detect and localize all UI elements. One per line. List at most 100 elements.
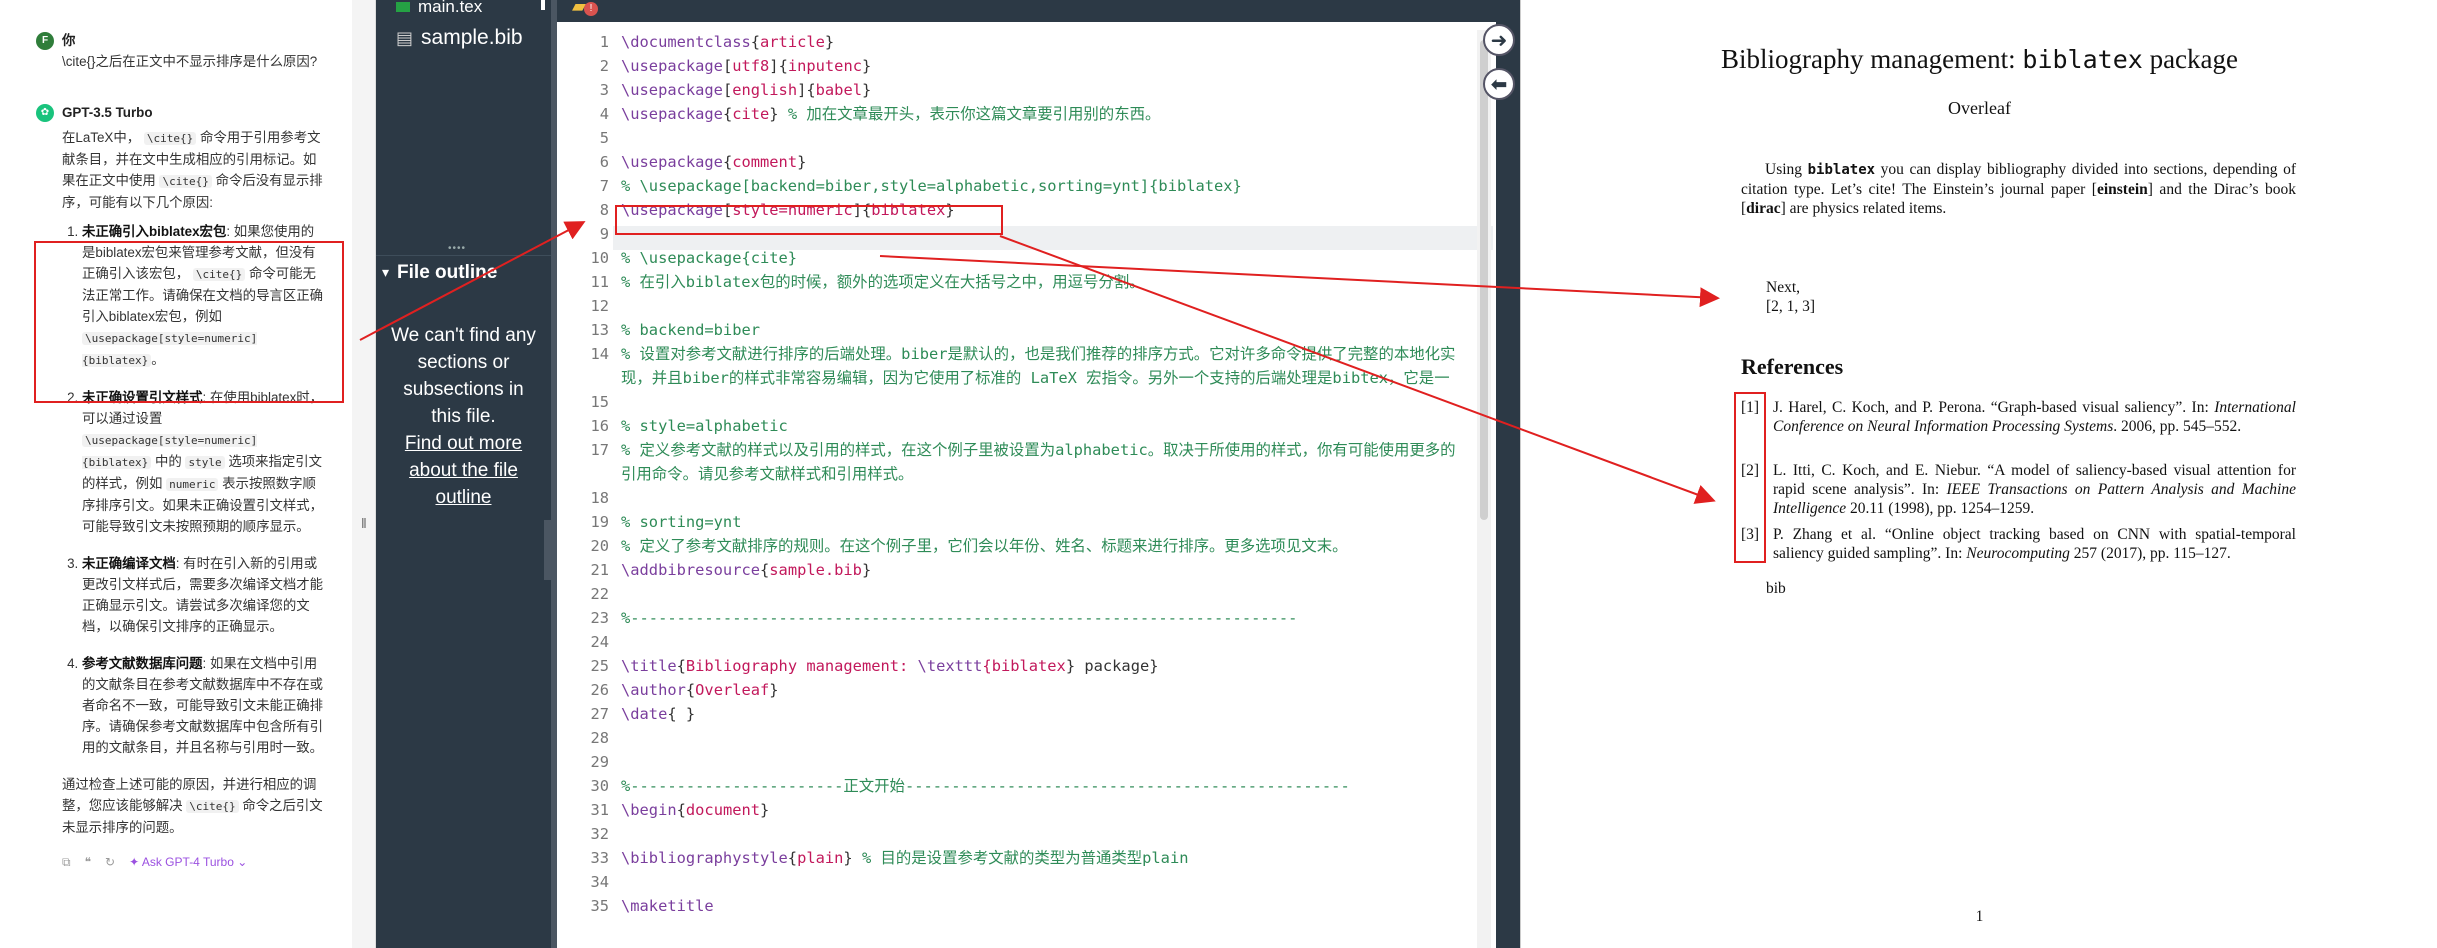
- code-line[interactable]: [621, 822, 1461, 846]
- line-number: 14: [590, 345, 609, 363]
- code-line[interactable]: % \usepackage[backend=biber,style=alphab…: [621, 174, 1461, 198]
- intro-text: 在LaTeX中，: [62, 130, 141, 145]
- code-line[interactable]: [621, 126, 1461, 150]
- arrow-left-icon[interactable]: ⬅: [1483, 68, 1515, 100]
- code-line[interactable]: [621, 750, 1461, 774]
- code-line[interactable]: [621, 390, 1461, 414]
- line-number: 26: [590, 681, 609, 699]
- line-number: 17: [590, 441, 609, 459]
- line-number: 27: [590, 705, 609, 723]
- chat-panel: F 你 \cite{}之后在正文中不显示排序是什么原因? ✿ GPT-3.5 T…: [0, 0, 352, 948]
- file-outline-title: File outline: [397, 261, 498, 283]
- outline-help-link[interactable]: Find out more about the file outline: [390, 430, 537, 511]
- editor-scrollbar[interactable]: [1477, 30, 1491, 948]
- resize-handle-icon[interactable]: ‖: [361, 515, 367, 531]
- panel-divider[interactable]: ‖: [352, 0, 376, 948]
- code-line[interactable]: \begin{document}: [621, 798, 1461, 822]
- code-line[interactable]: [621, 630, 1461, 654]
- code-line[interactable]: [621, 486, 1461, 510]
- line-number: 35: [590, 897, 609, 915]
- code-line[interactable]: \addbibresource{sample.bib}: [621, 558, 1461, 582]
- line-number: 5: [599, 129, 609, 147]
- code-line[interactable]: %-----------------------正文开始------------…: [621, 774, 1461, 798]
- openai-icon: ✿: [36, 103, 54, 122]
- file-outline-header[interactable]: ▾ File outline: [376, 255, 551, 289]
- item-title: 未正确引入biblatex宏包: [82, 224, 227, 239]
- code-line[interactable]: \usepackage{cite} % 加在文章最开头，表示你这篇文章要引用别的…: [621, 102, 1461, 126]
- ref-text-part: 20.11 (1998), pp. 1254–1259.: [1846, 500, 2035, 517]
- list-item: 参考文献数据库问题: 如果在文档中引用的文献条目在参考文献数据库中不存在或者命名…: [82, 653, 324, 758]
- line-number: 20: [590, 537, 609, 555]
- citation-list: [2, 1, 3]: [1766, 298, 1816, 315]
- code-line[interactable]: [621, 582, 1461, 606]
- line-number: 34: [590, 873, 609, 891]
- code-line[interactable]: [621, 726, 1461, 750]
- pdf-author: Overleaf: [1948, 98, 2011, 118]
- para-text: Using: [1765, 161, 1808, 178]
- code-line[interactable]: % \usepackage{cite}: [621, 246, 1461, 270]
- editor-toolbar: ▰ !: [557, 0, 1502, 22]
- code-line[interactable]: \date{ }: [621, 702, 1461, 726]
- scrollbar-thumb[interactable]: [1480, 40, 1488, 520]
- item-title: 参考文献数据库问题: [82, 656, 203, 671]
- code-line[interactable]: \documentclass{article}: [621, 30, 1461, 54]
- code-line[interactable]: [621, 870, 1461, 894]
- arrow-right-icon[interactable]: ➜: [1483, 24, 1515, 56]
- list-item: 未正确编译文档: 有时在引入新的引用或更改引文样式后，需要多次编译文档才能正确显…: [82, 553, 324, 637]
- collapse-handle[interactable]: [544, 520, 551, 580]
- cite-key: einstein: [2096, 181, 2148, 198]
- line-number: 10: [590, 249, 609, 267]
- chevron-down-icon: ▾: [382, 264, 390, 280]
- title-text: Bibliography management:: [1720, 44, 2023, 74]
- error-badge-icon[interactable]: !: [584, 2, 598, 16]
- copy-icon[interactable]: ⧉: [62, 852, 71, 873]
- ref-text-part: J. Harel, C. Koch, and P. Perona. “Graph…: [1773, 399, 2215, 416]
- user-question: \cite{}之后在正文中不显示排序是什么原因?: [62, 54, 318, 69]
- line-number: 29: [590, 753, 609, 771]
- line-number: 15: [590, 393, 609, 411]
- ask-gpt4-button[interactable]: ✦ Ask GPT-4 Turbo ⌄: [129, 852, 247, 873]
- code-line[interactable]: \title{Bibliography management: \texttt{…: [621, 654, 1461, 678]
- code-line[interactable]: % 在引入biblatex包的时候，额外的选项定义在大括号之中，用逗号分割。: [621, 270, 1461, 294]
- code-line[interactable]: % 设置对参考文献进行排序的后端处理。biber是默认的，也是我们推荐的排序方式…: [621, 342, 1461, 390]
- line-number: 18: [590, 489, 609, 507]
- code-line[interactable]: \usepackage{comment}: [621, 150, 1461, 174]
- line-number: 33: [590, 849, 609, 867]
- code-line[interactable]: %---------------------------------------…: [621, 606, 1461, 630]
- code-line[interactable]: [621, 294, 1461, 318]
- code-line[interactable]: % style=alphabetic: [621, 414, 1461, 438]
- quote-icon[interactable]: ❝: [85, 852, 91, 873]
- code-line[interactable]: % 定义参考文献的样式以及引用的样式，在这个例子里被设置为alphabetic。…: [621, 438, 1461, 486]
- item-title: 未正确编译文档: [82, 556, 176, 571]
- answer-actions: ⧉ ❝ ↻ ✦ Ask GPT-4 Turbo ⌄: [62, 852, 324, 873]
- file-item-main[interactable]: main.tex: [376, 0, 551, 12]
- line-number: 11: [590, 273, 609, 291]
- inline-code: \cite{}: [159, 175, 212, 188]
- ref-text: J. Harel, C. Koch, and P. Perona. “Graph…: [1773, 398, 2296, 436]
- user-message-header: F 你: [36, 30, 324, 51]
- answer-outro: 通过检查上述可能的原因，并进行相应的调整，您应该能够解决 \cite{} 命令之…: [62, 774, 324, 838]
- editor-pdf-splitter[interactable]: [1496, 0, 1520, 948]
- code-content[interactable]: \documentclass{article} \usepackage[utf8]…: [621, 30, 1461, 918]
- code-line[interactable]: \maketitle: [621, 894, 1461, 918]
- drag-handle-icon[interactable]: ••••: [448, 243, 466, 254]
- code-line[interactable]: % sorting=ynt: [621, 510, 1461, 534]
- code-line[interactable]: \usepackage[utf8]{inputenc}: [621, 54, 1461, 78]
- code-line[interactable]: \bibliographystyle{plain} % 目的是设置参考文献的类型…: [621, 846, 1461, 870]
- regenerate-icon[interactable]: ↻: [105, 852, 115, 873]
- ref-text-part: 257 (2017), pp. 115–127.: [2069, 545, 2231, 562]
- ref-venue: Neurocomputing: [1966, 545, 2070, 562]
- pdf-next-citation: Next, [2, 1, 3]: [1766, 278, 1815, 316]
- code-line[interactable]: \usepackage[english]{babel}: [621, 78, 1461, 102]
- more-options-icon[interactable]: [541, 0, 545, 10]
- code-editor[interactable]: ▰ ! 1 2 3 4 5 6 7 8 9 10 11 12 13 14 15 16 17 18 19 20 21 22 2…: [551, 0, 1502, 948]
- page-number: 1: [1975, 908, 1984, 925]
- line-number: 32: [590, 825, 609, 843]
- file-name: main.tex: [418, 0, 483, 12]
- code-line[interactable]: % 定义了参考文献排序的规则。在这个例子里，它们会以年份、姓名、标题来进行排序。…: [621, 534, 1461, 558]
- code-line[interactable]: % backend=biber: [621, 318, 1461, 342]
- next-text: Next,: [1766, 279, 1801, 296]
- file-item-sample-bib[interactable]: ▤ sample.bib: [376, 18, 551, 58]
- line-number: 25: [590, 657, 609, 675]
- code-line[interactable]: \author{Overleaf}: [621, 678, 1461, 702]
